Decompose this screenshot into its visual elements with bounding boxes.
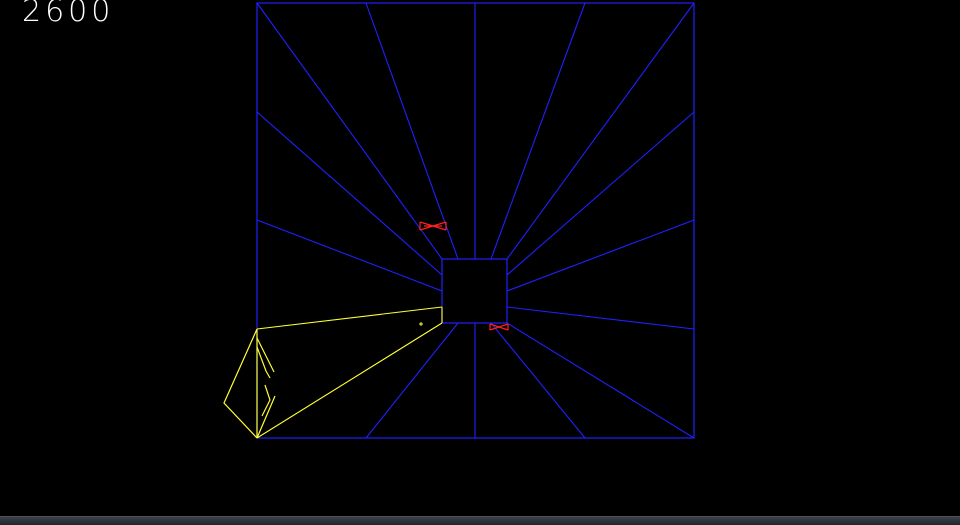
tube-spoke — [256, 2, 443, 260]
tube-spoke — [365, 322, 459, 439]
enemy-flipper — [489, 323, 509, 331]
tube-spoke — [506, 322, 695, 439]
tube-web — [256, 2, 695, 439]
tube-spoke — [506, 219, 695, 292]
tube-spoke — [256, 219, 443, 292]
tube-spoke — [490, 322, 586, 439]
tube-spoke — [506, 306, 695, 330]
playfield[interactable] — [0, 0, 960, 516]
active-lane-edge — [256, 306, 443, 330]
tube-spoke — [490, 2, 586, 260]
enemy-flipper — [419, 221, 447, 231]
tube-spoke — [506, 2, 695, 260]
active-lane-edge — [256, 322, 443, 439]
player-shot — [419, 322, 423, 326]
tube-spoke — [506, 111, 695, 276]
tube-inner-rim — [441, 258, 508, 324]
player-ship — [223, 328, 276, 439]
active-lane — [256, 306, 443, 439]
game-screen[interactable]: 2600 — [0, 0, 960, 516]
